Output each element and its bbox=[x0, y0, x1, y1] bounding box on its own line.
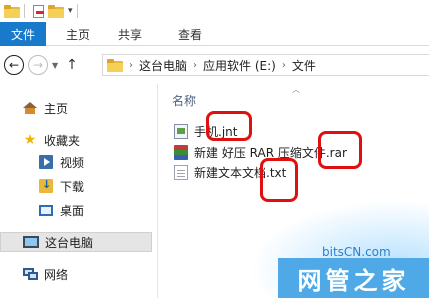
video-folder-icon bbox=[38, 154, 54, 170]
text-file-icon bbox=[174, 164, 188, 180]
nav-item-downloads[interactable]: 下载 bbox=[38, 176, 84, 196]
annotation-highlight-jnt bbox=[206, 111, 252, 141]
customize-toolbar-icon[interactable]: ▾ bbox=[68, 6, 73, 16]
star-icon: ★ bbox=[23, 132, 37, 148]
home-icon bbox=[22, 100, 38, 116]
navigation-pane: 主页 ★ 收藏夹 视频 下载 桌面 这台电脑 网络 bbox=[0, 84, 158, 298]
tab-home[interactable]: 主页 bbox=[52, 22, 104, 46]
nav-item-home[interactable]: 主页 bbox=[22, 98, 68, 118]
recent-locations-dropdown[interactable]: ▼ bbox=[52, 61, 58, 70]
tab-share[interactable]: 共享 bbox=[104, 22, 156, 46]
folder-icon[interactable] bbox=[4, 4, 20, 18]
navigation-bar: ← → ▼ ↑ › 这台电脑 › 应用软件 (E:) › 文件 bbox=[0, 46, 429, 84]
address-bar[interactable]: › 这台电脑 › 应用软件 (E:) › 文件 bbox=[102, 54, 429, 76]
properties-icon[interactable] bbox=[33, 4, 44, 18]
nav-item-label: 网络 bbox=[44, 267, 69, 282]
quick-access-toolbar: ▾ bbox=[0, 0, 429, 22]
nav-item-this-pc[interactable]: 这台电脑 bbox=[0, 232, 152, 252]
nav-item-network[interactable]: 网络 bbox=[22, 264, 68, 284]
rar-archive-icon bbox=[174, 144, 188, 160]
ribbon-tabs: 文件 主页 共享 查看 bbox=[0, 22, 429, 46]
jnt-file-icon bbox=[174, 123, 188, 139]
nav-item-label: 下载 bbox=[60, 179, 85, 194]
computer-icon bbox=[23, 234, 39, 250]
toolbar-divider bbox=[24, 4, 25, 18]
chevron-right-icon[interactable]: › bbox=[129, 60, 133, 71]
watermark-site: bitsCN.com bbox=[322, 245, 391, 259]
nav-item-label: 收藏夹 bbox=[44, 133, 81, 148]
chevron-right-icon[interactable]: › bbox=[193, 60, 197, 71]
back-button[interactable]: ← bbox=[4, 55, 24, 75]
arrow-right-icon: → bbox=[32, 58, 44, 72]
desktop-icon bbox=[38, 202, 54, 218]
chevron-right-icon[interactable]: › bbox=[282, 60, 286, 71]
new-folder-icon[interactable] bbox=[48, 4, 64, 18]
annotation-highlight-rar bbox=[318, 131, 362, 169]
nav-item-label: 主页 bbox=[44, 101, 69, 116]
nav-item-favorites[interactable]: ★ 收藏夹 bbox=[22, 130, 80, 150]
network-icon bbox=[22, 266, 38, 282]
download-folder-icon bbox=[38, 178, 54, 194]
breadcrumb-folder[interactable]: 文件 bbox=[292, 57, 316, 74]
breadcrumb-this-pc[interactable]: 这台电脑 bbox=[139, 57, 187, 74]
toolbar-divider bbox=[76, 4, 78, 18]
nav-item-label: 桌面 bbox=[60, 203, 85, 218]
nav-item-desktop[interactable]: 桌面 bbox=[38, 200, 84, 220]
folder-icon bbox=[107, 58, 123, 72]
annotation-highlight-txt bbox=[260, 158, 298, 202]
sort-ascending-icon: ︿ bbox=[292, 85, 300, 94]
breadcrumb-drive-e[interactable]: 应用软件 (E:) bbox=[203, 57, 276, 74]
tab-view[interactable]: 查看 bbox=[164, 22, 216, 46]
nav-item-videos[interactable]: 视频 bbox=[38, 152, 84, 172]
nav-item-label: 视频 bbox=[60, 155, 85, 170]
tab-file[interactable]: 文件 bbox=[0, 22, 46, 46]
watermark-banner: 网管之家 bbox=[278, 258, 429, 298]
forward-button[interactable]: → bbox=[28, 55, 48, 75]
arrow-left-icon: ← bbox=[8, 58, 20, 72]
up-button[interactable]: ↑ bbox=[66, 57, 78, 73]
column-header-name[interactable]: 名称 bbox=[172, 92, 196, 109]
nav-item-label: 这台电脑 bbox=[45, 235, 94, 250]
